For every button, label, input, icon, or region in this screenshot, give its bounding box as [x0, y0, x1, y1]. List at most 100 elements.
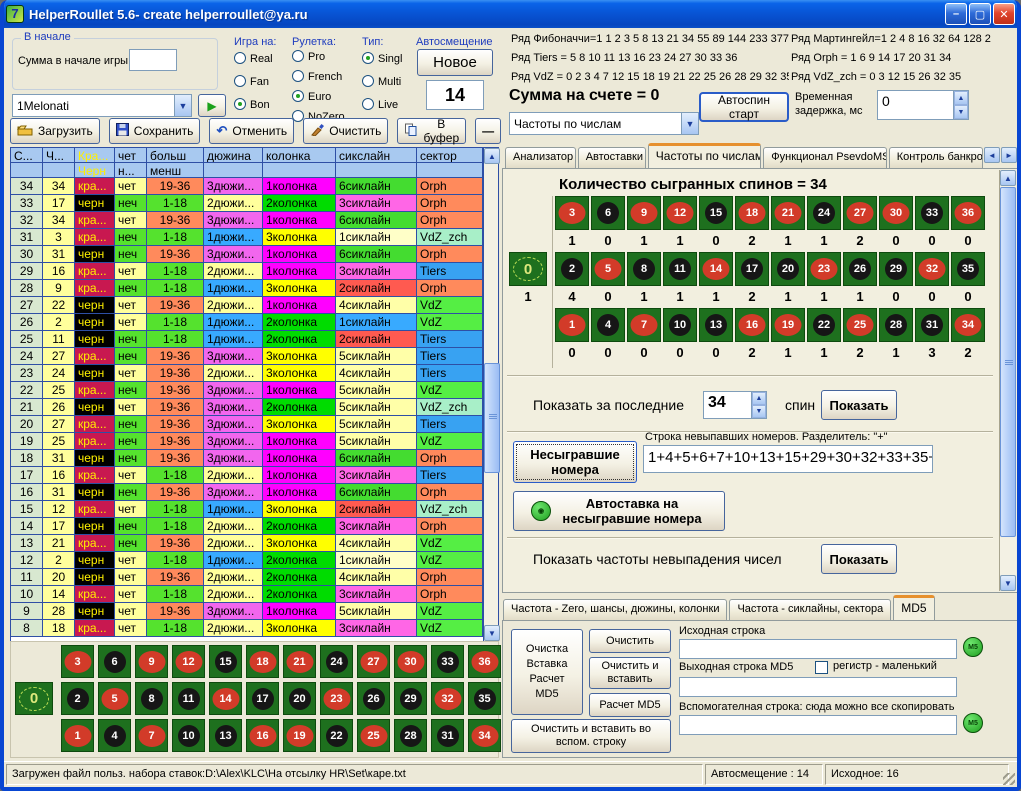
autospin-start-button[interactable]: Автоспин старт	[699, 92, 789, 122]
table-cell[interactable]: 3колонка	[263, 416, 336, 433]
roulette-cell-12[interactable]: 12	[172, 645, 205, 678]
table-cell[interactable]: 10	[11, 586, 43, 603]
table-cell[interactable]: чет	[115, 501, 147, 518]
table-cell[interactable]: 3дюжи...	[204, 450, 263, 467]
table-header-cell[interactable]	[204, 163, 263, 178]
tab-частоты-по-числам[interactable]: Частоты по числам	[648, 143, 762, 168]
table-header-cell[interactable]: менш	[147, 163, 204, 178]
table-cell[interactable]: Orph	[417, 484, 483, 501]
table-cell[interactable]: 19-36	[147, 348, 204, 365]
table-cell[interactable]: Orph	[417, 195, 483, 212]
roulette-cell-28[interactable]: 28	[394, 719, 427, 752]
roulette-cell-31[interactable]: 31	[915, 308, 949, 342]
table-cell[interactable]: 3дюжи...	[204, 212, 263, 229]
table-cell[interactable]: кра...	[75, 416, 115, 433]
roulette-cell-23[interactable]: 23	[320, 682, 353, 715]
table-cell[interactable]: кра...	[75, 501, 115, 518]
roulette-cell-17[interactable]: 17	[246, 682, 279, 715]
spin-down-icon[interactable]: ▼	[752, 405, 766, 418]
roulette-cell-35[interactable]: 35	[468, 682, 501, 715]
table-cell[interactable]: неч	[115, 229, 147, 246]
table-cell[interactable]: Tiers	[417, 331, 483, 348]
radio-option-euro[interactable]: Euro	[292, 90, 331, 103]
table-cell[interactable]: 2колонка	[263, 586, 336, 603]
table-cell[interactable]: 34	[11, 178, 43, 195]
roulette-cell-5[interactable]: 5	[591, 252, 625, 286]
table-header-cell[interactable]: больш	[147, 148, 204, 163]
tab-анализатор[interactable]: Анализатор	[505, 147, 576, 168]
panel-scrollbar[interactable]: ▲ ▼	[999, 170, 1016, 591]
toolbar-button-floppy[interactable]: Сохранить	[109, 118, 201, 144]
table-cell[interactable]: 31	[43, 450, 75, 467]
roulette-cell-16[interactable]: 16	[735, 308, 769, 342]
table-cell[interactable]: 31	[43, 484, 75, 501]
panel-scroll-thumb[interactable]	[1000, 187, 1016, 537]
roulette-cell-32[interactable]: 32	[915, 252, 949, 286]
table-cell[interactable]: 16	[11, 484, 43, 501]
table-cell[interactable]: 13	[11, 535, 43, 552]
roulette-cell-14[interactable]: 14	[209, 682, 242, 715]
table-cell[interactable]: 24	[43, 365, 75, 382]
table-cell[interactable]: чет	[115, 314, 147, 331]
table-cell[interactable]: 1-18	[147, 314, 204, 331]
roulette-cell-10[interactable]: 10	[172, 719, 205, 752]
table-cell[interactable]: 3сиклайн	[336, 586, 417, 603]
roulette-cell-11[interactable]: 11	[663, 252, 697, 286]
minimize-button[interactable]: –	[945, 3, 967, 25]
table-cell[interactable]: черн	[75, 195, 115, 212]
roulette-cell-15[interactable]: 15	[209, 645, 242, 678]
table-cell[interactable]: VdZ_zch	[417, 501, 483, 518]
table-cell[interactable]: 1-18	[147, 263, 204, 280]
table-cell[interactable]: 2дюжи...	[204, 467, 263, 484]
radio-option-pro[interactable]: Pro	[292, 50, 325, 63]
table-cell[interactable]: кра...	[75, 620, 115, 637]
spin-up-icon[interactable]: ▲	[752, 392, 766, 405]
new-button[interactable]: Новое	[417, 49, 493, 76]
table-cell[interactable]: VdZ_zch	[417, 399, 483, 416]
roulette-cell-20[interactable]: 20	[283, 682, 316, 715]
roulette-cell-18[interactable]: 18	[735, 196, 769, 230]
table-cell[interactable]: неч	[115, 450, 147, 467]
table-cell[interactable]: 3колонка	[263, 620, 336, 637]
roulette-cell-20[interactable]: 20	[771, 252, 805, 286]
tab-контроль-банкро[interactable]: Контроль банкро	[889, 147, 983, 168]
table-cell[interactable]: неч	[115, 535, 147, 552]
table-scroll-thumb[interactable]	[484, 363, 500, 473]
roulette-cell-8[interactable]: 8	[627, 252, 661, 286]
table-cell[interactable]: 3дюжи...	[204, 178, 263, 195]
roulette-cell-2[interactable]: 2	[555, 252, 589, 286]
table-cell[interactable]: 1-18	[147, 586, 204, 603]
roulette-cell-23[interactable]: 23	[807, 252, 841, 286]
radio-icon[interactable]	[234, 52, 246, 64]
table-cell[interactable]: чет	[115, 365, 147, 382]
table-cell[interactable]: 6сиклайн	[336, 246, 417, 263]
table-cell[interactable]: 5сиклайн	[336, 603, 417, 620]
roulette-cell-33[interactable]: 33	[431, 645, 464, 678]
table-cell[interactable]: неч	[115, 382, 147, 399]
table-cell[interactable]: 33	[11, 195, 43, 212]
missed-numbers-button[interactable]: Несыгравшие номера	[513, 441, 637, 483]
table-cell[interactable]: 1-18	[147, 518, 204, 535]
table-cell[interactable]: 1дюжи...	[204, 331, 263, 348]
table-cell[interactable]: 34	[43, 178, 75, 195]
table-cell[interactable]: 6сиклайн	[336, 450, 417, 467]
roulette-cell-5[interactable]: 5	[98, 682, 131, 715]
roulette-cell-6[interactable]: 6	[98, 645, 131, 678]
table-cell[interactable]: чет	[115, 212, 147, 229]
table-cell[interactable]: кра...	[75, 433, 115, 450]
close-button[interactable]: ✕	[993, 3, 1015, 25]
table-cell[interactable]: 2колонка	[263, 552, 336, 569]
roulette-cell-27[interactable]: 27	[357, 645, 390, 678]
roulette-cell-1[interactable]: 1	[61, 719, 94, 752]
table-header-cell[interactable]: Черн	[75, 163, 115, 178]
tab-scroll-left-icon[interactable]: ◄	[984, 147, 1000, 163]
table-cell[interactable]: VdZ	[417, 433, 483, 450]
table-cell[interactable]: 1колонка	[263, 246, 336, 263]
md5-copy-icon[interactable]: M5	[963, 713, 983, 733]
table-cell[interactable]: 19-36	[147, 246, 204, 263]
table-cell[interactable]: 22	[11, 382, 43, 399]
table-cell[interactable]: 19-36	[147, 399, 204, 416]
roulette-cell-7[interactable]: 7	[627, 308, 661, 342]
table-cell[interactable]: 2сиклайн	[336, 280, 417, 297]
table-cell[interactable]: 1колонка	[263, 297, 336, 314]
